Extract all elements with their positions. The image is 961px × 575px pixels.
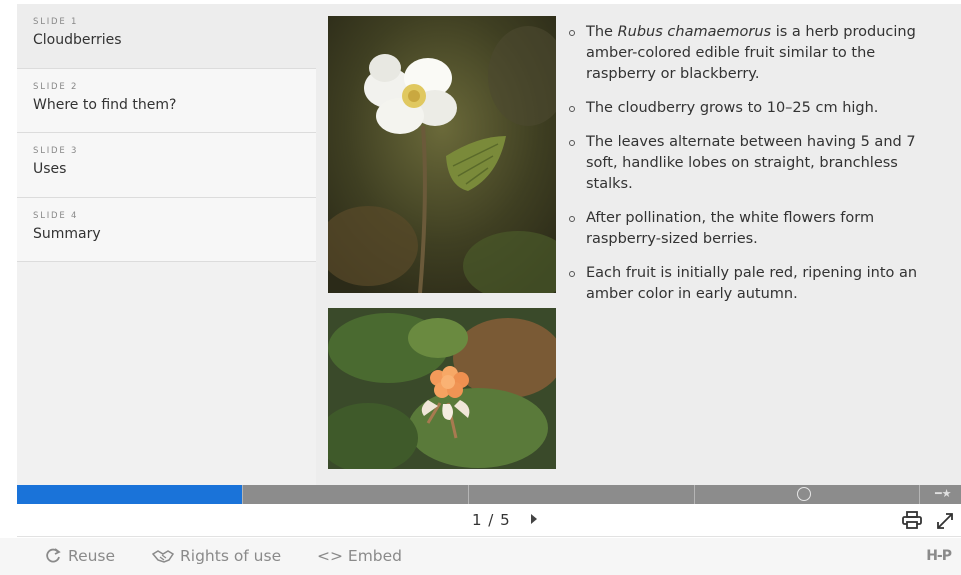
slide-number: SLIDE 3: [33, 146, 79, 156]
bullet-item: After pollination, the white flowers for…: [566, 208, 946, 250]
progress-tick[interactable]: [694, 485, 695, 504]
bullet-item: The cloudberry grows to 10–25 cm high.: [566, 98, 946, 119]
h5p-logo[interactable]: H-P: [926, 548, 952, 564]
progress-fill: [17, 485, 243, 504]
summary-star-icon[interactable]: ━★: [935, 487, 959, 501]
bullet-item: The leaves alternate between having 5 an…: [566, 132, 946, 195]
presentation-player: SLIDE 1 Cloudberries SLIDE 2 Where to fi…: [0, 0, 961, 575]
sidebar-item-slide-2[interactable]: SLIDE 2 Where to find them?: [17, 68, 316, 133]
footer-bar: Reuse Rights of use <> Embed H-P: [0, 538, 961, 575]
rights-of-use-button[interactable]: Rights of use: [152, 547, 281, 565]
rights-label: Rights of use: [180, 547, 282, 565]
slide-content: The Rubus chamaemorus is a herb producin…: [316, 4, 961, 485]
sidebar-item-slide-3[interactable]: SLIDE 3 Uses: [17, 133, 316, 198]
bullet-icon: [569, 216, 575, 222]
progress-marker-icon[interactable]: [797, 487, 811, 501]
slide-number: SLIDE 2: [33, 81, 79, 92]
embed-button[interactable]: <> Embed: [317, 547, 402, 565]
bullet-text-italic: Rubus chamaemorus: [617, 24, 772, 40]
slide-number: SLIDE 1: [33, 17, 79, 27]
bullet-text-pre: The: [586, 24, 618, 40]
slide-title: Summary: [33, 225, 101, 242]
sidebar-item-slide-1[interactable]: SLIDE 1 Cloudberries: [17, 4, 316, 69]
bullet-item: The Rubus chamaemorus is a herb producin…: [566, 22, 946, 85]
expand-icon[interactable]: [935, 511, 955, 531]
slide-counter: 1 / 5: [472, 511, 511, 529]
bullet-icon: [569, 271, 575, 277]
print-icon[interactable]: [902, 511, 922, 529]
progress-tick[interactable]: [919, 485, 920, 504]
cloudberry-flower-image: [328, 16, 556, 293]
bullet-icon: [569, 106, 575, 112]
bullet-item: Each fruit is initially pale red, ripeni…: [566, 263, 946, 305]
bullet-text-pre: The leaves alternate between having 5 an…: [586, 134, 916, 192]
bullet-icon: [569, 140, 575, 146]
slide-bullet-list: The Rubus chamaemorus is a herb producin…: [566, 22, 946, 318]
sidebar-item-slide-4[interactable]: SLIDE 4 Summary: [17, 197, 316, 262]
slide-number: SLIDE 4: [33, 210, 79, 221]
progress-tick[interactable]: [242, 485, 243, 504]
bullet-text-pre: Each fruit is initially pale red, ripeni…: [586, 265, 918, 302]
slide-navigation-sidebar: SLIDE 1 Cloudberries SLIDE 2 Where to fi…: [17, 4, 316, 485]
bullet-icon: [569, 30, 575, 36]
next-arrow-icon[interactable]: [531, 514, 537, 524]
embed-label: <> Embed: [317, 547, 403, 565]
bullet-text-pre: The cloudberry grows to 10–25 cm high.: [586, 100, 879, 116]
progress-tick[interactable]: [468, 485, 469, 504]
progress-bar[interactable]: ━★: [17, 485, 961, 504]
slide-title: Where to find them?: [33, 96, 177, 113]
reuse-label: Reuse: [68, 547, 116, 565]
reuse-button[interactable]: Reuse: [44, 547, 115, 565]
handshake-icon: [152, 550, 174, 563]
cloudberry-fruit-image: [328, 308, 556, 469]
refresh-icon: [46, 548, 61, 563]
bullet-text-pre: After pollination, the white flowers for…: [586, 210, 875, 247]
slide-title: Cloudberries: [33, 32, 122, 48]
slide-navigation-bar: 1 / 5: [17, 504, 961, 537]
slide-title: Uses: [33, 161, 67, 177]
